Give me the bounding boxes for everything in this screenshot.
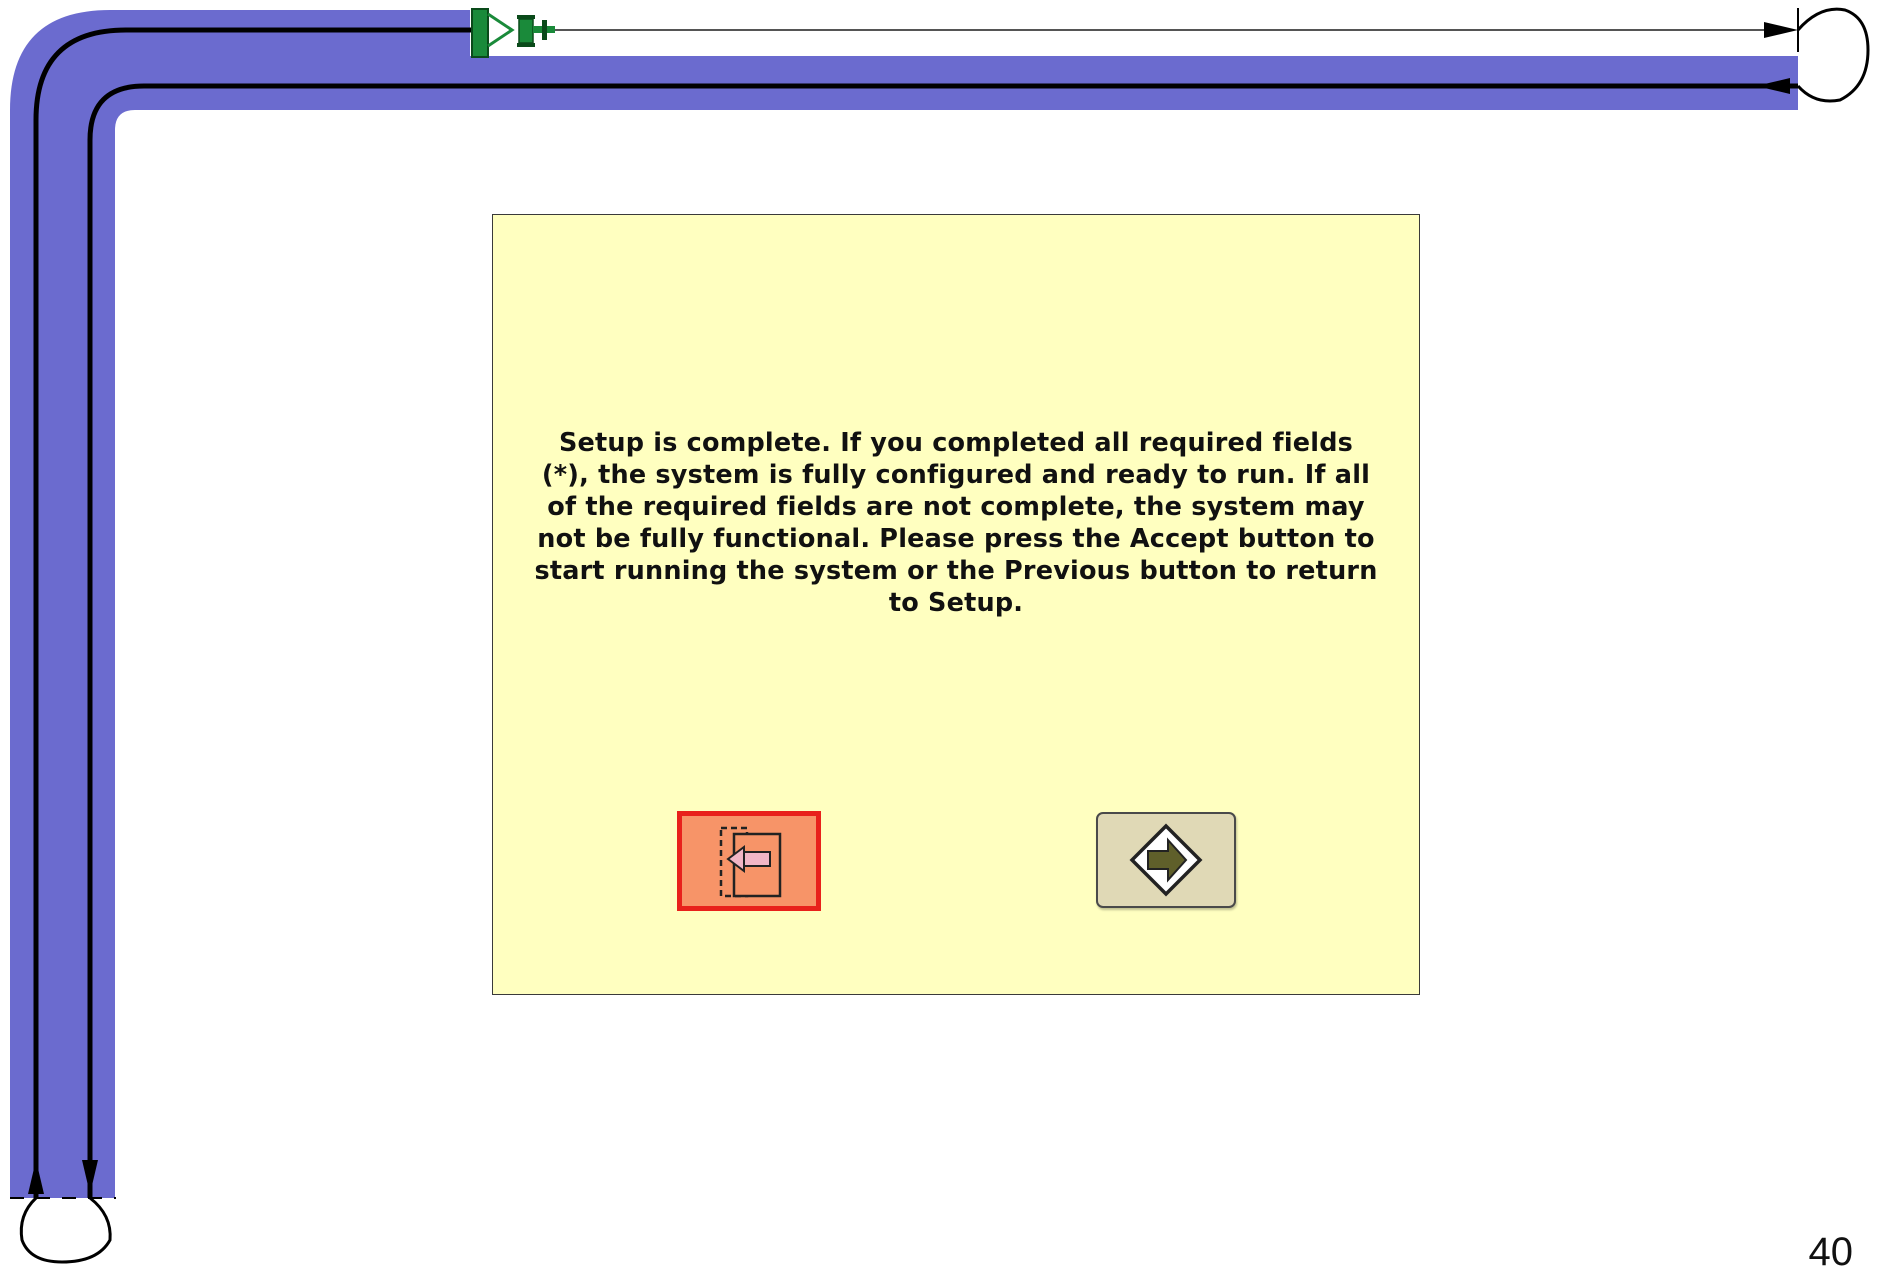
page-number: 40 [1808, 1230, 1854, 1269]
setup-complete-message: Setup is complete. If you completed all … [534, 428, 1378, 618]
accept-button[interactable] [1096, 812, 1236, 908]
previous-page-icon [719, 826, 782, 898]
accept-arrow-icon [1129, 823, 1203, 897]
headland-turn-bottom-left [19, 1196, 112, 1264]
setup-complete-slide: Setup is complete. If you completed all … [0, 0, 1877, 1269]
upper-pass-gap [470, 10, 1798, 56]
previous-button[interactable] [677, 811, 821, 911]
headland-turn-top-right [1796, 7, 1870, 103]
setup-complete-dialog: Setup is complete. If you completed all … [492, 214, 1420, 995]
